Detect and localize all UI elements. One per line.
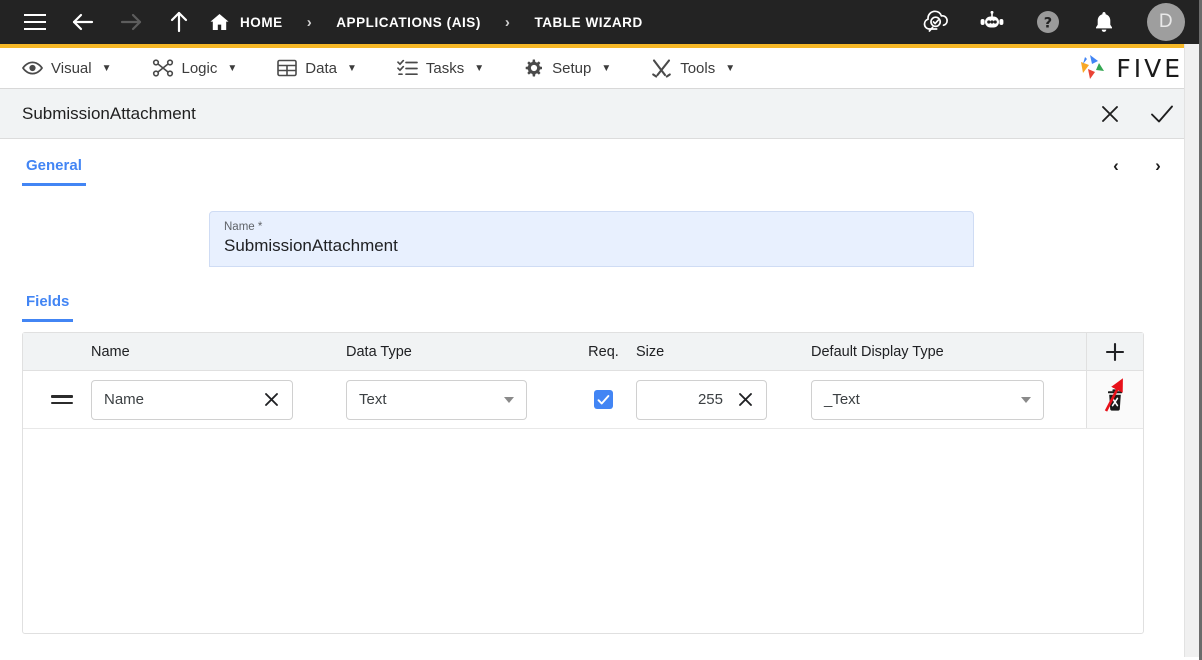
record-pager: ‹ › — [1103, 153, 1171, 179]
breadcrumb: HOME › APPLICATIONS (AIS) › TABLE WIZARD — [210, 13, 643, 31]
title-actions — [1097, 101, 1175, 127]
general-tab-row: General ‹ › — [22, 139, 1177, 186]
delete-trash-icon — [1105, 389, 1125, 411]
name-field-label: Name * — [224, 221, 959, 233]
tools-icon — [651, 58, 672, 78]
topbar-right-group: ? D — [919, 3, 1185, 41]
size-input[interactable]: 255 — [636, 380, 767, 420]
menu-item-tools[interactable]: Tools ▼ — [645, 58, 753, 78]
cell-field-name: Name — [91, 380, 346, 420]
close-icon[interactable] — [1097, 101, 1123, 127]
table-row: Name Text — [23, 371, 1143, 429]
column-header-required: Req. — [571, 344, 636, 360]
data-grid-icon — [277, 59, 297, 77]
size-value: 255 — [698, 391, 723, 408]
add-field-button[interactable] — [1086, 333, 1143, 370]
brand-logo: FIVE — [1074, 53, 1183, 83]
clear-size-icon[interactable] — [737, 391, 754, 408]
back-arrow-icon[interactable] — [66, 5, 100, 39]
breadcrumb-separator: › — [489, 14, 527, 31]
chevron-down-icon: ▼ — [725, 63, 735, 74]
name-field[interactable]: Name * SubmissionAttachment — [209, 211, 974, 267]
chevron-down-icon: ▼ — [601, 63, 611, 74]
field-name-input[interactable]: Name — [91, 380, 293, 420]
eye-icon — [22, 60, 43, 76]
brand-name: FIVE — [1116, 54, 1183, 83]
main-menu-bar: Visual ▼ Logic ▼ Data ▼ — [0, 48, 1199, 89]
fields-table: Name Data Type Req. Size Default Display… — [22, 332, 1144, 634]
data-type-select[interactable]: Text — [346, 380, 527, 420]
tasks-checklist-icon — [397, 59, 418, 77]
drag-handle-icon — [51, 395, 73, 404]
robot-assistant-icon[interactable] — [975, 5, 1009, 39]
logic-nodes-icon — [152, 59, 174, 77]
svg-text:?: ? — [1044, 15, 1052, 31]
next-record-button[interactable]: › — [1145, 153, 1171, 179]
chevron-down-icon: ▼ — [227, 63, 237, 74]
topbar-left-group: HOME › APPLICATIONS (AIS) › TABLE WIZARD — [18, 5, 919, 39]
data-type-value: Text — [359, 391, 504, 408]
notification-bell-icon[interactable] — [1087, 5, 1121, 39]
confirm-check-icon[interactable] — [1149, 101, 1175, 127]
default-display-type-select[interactable]: _Text — [811, 380, 1044, 420]
menu-item-logic[interactable]: Logic ▼ — [146, 59, 256, 77]
home-icon[interactable] — [210, 13, 229, 31]
tab-fields[interactable]: Fields — [22, 293, 73, 322]
name-input[interactable]: SubmissionAttachment — [224, 236, 959, 256]
delete-field-button[interactable] — [1086, 371, 1143, 428]
previous-record-button[interactable]: ‹ — [1103, 153, 1129, 179]
default-display-type-value: _Text — [824, 391, 1021, 408]
row-drag-handle[interactable] — [23, 395, 91, 404]
menu-item-visual-label: Visual — [51, 60, 92, 77]
top-navigation-bar: HOME › APPLICATIONS (AIS) › TABLE WIZARD — [0, 0, 1199, 44]
menu-item-tools-label: Tools — [680, 60, 715, 77]
forward-arrow-icon — [114, 5, 148, 39]
vertical-scrollbar[interactable] — [1184, 44, 1199, 657]
cell-default-display-type: _Text — [811, 380, 1086, 420]
tab-general[interactable]: General — [22, 157, 86, 186]
wizard-title-bar: SubmissionAttachment — [0, 89, 1199, 139]
menu-item-data-label: Data — [305, 60, 337, 77]
column-header-size: Size — [636, 344, 811, 360]
cloud-search-icon[interactable] — [919, 5, 953, 39]
fields-tab-row: Fields — [22, 293, 1177, 322]
hamburger-menu-icon[interactable] — [18, 5, 52, 39]
user-avatar[interactable]: D — [1147, 3, 1185, 41]
required-checkbox[interactable] — [594, 390, 613, 409]
cell-size: 255 — [636, 380, 811, 420]
chevron-down-icon: ▼ — [347, 63, 357, 74]
menu-item-setup[interactable]: Setup ▼ — [518, 58, 629, 78]
chevron-down-icon: ▼ — [474, 63, 484, 74]
breadcrumb-item-home[interactable]: HOME — [240, 15, 283, 30]
gear-icon — [524, 58, 544, 78]
field-name-value: Name — [104, 391, 263, 408]
menu-item-data[interactable]: Data ▼ — [271, 59, 375, 77]
clear-field-name-icon[interactable] — [263, 391, 280, 408]
plus-icon — [1103, 340, 1127, 364]
column-header-data-type: Data Type — [346, 344, 571, 360]
up-arrow-icon[interactable] — [162, 5, 196, 39]
wizard-content: General ‹ › Name * SubmissionAttachment … — [0, 139, 1199, 660]
name-field-wrapper: Name * SubmissionAttachment — [22, 211, 1177, 267]
chevron-down-icon — [1021, 397, 1031, 403]
column-header-default-display-type: Default Display Type — [811, 344, 1086, 360]
menu-item-setup-label: Setup — [552, 60, 591, 77]
chevron-down-icon — [504, 397, 514, 403]
help-circle-icon[interactable]: ? — [1031, 5, 1065, 39]
breadcrumb-item-table-wizard[interactable]: TABLE WIZARD — [534, 15, 642, 30]
cell-required — [571, 390, 636, 409]
menu-item-tasks[interactable]: Tasks ▼ — [391, 59, 502, 77]
breadcrumb-separator: › — [291, 14, 329, 31]
cell-data-type: Text — [346, 380, 571, 420]
column-header-name: Name — [91, 344, 346, 360]
five-logo-mark — [1074, 53, 1108, 83]
menu-item-tasks-label: Tasks — [426, 60, 464, 77]
page-title: SubmissionAttachment — [22, 104, 1097, 124]
fields-table-header: Name Data Type Req. Size Default Display… — [23, 333, 1143, 371]
menu-item-logic-label: Logic — [182, 60, 218, 77]
menu-item-visual[interactable]: Visual ▼ — [16, 60, 130, 77]
application-window: HOME › APPLICATIONS (AIS) › TABLE WIZARD — [0, 0, 1202, 660]
chevron-down-icon: ▼ — [102, 63, 112, 74]
breadcrumb-item-applications[interactable]: APPLICATIONS (AIS) — [336, 15, 481, 30]
